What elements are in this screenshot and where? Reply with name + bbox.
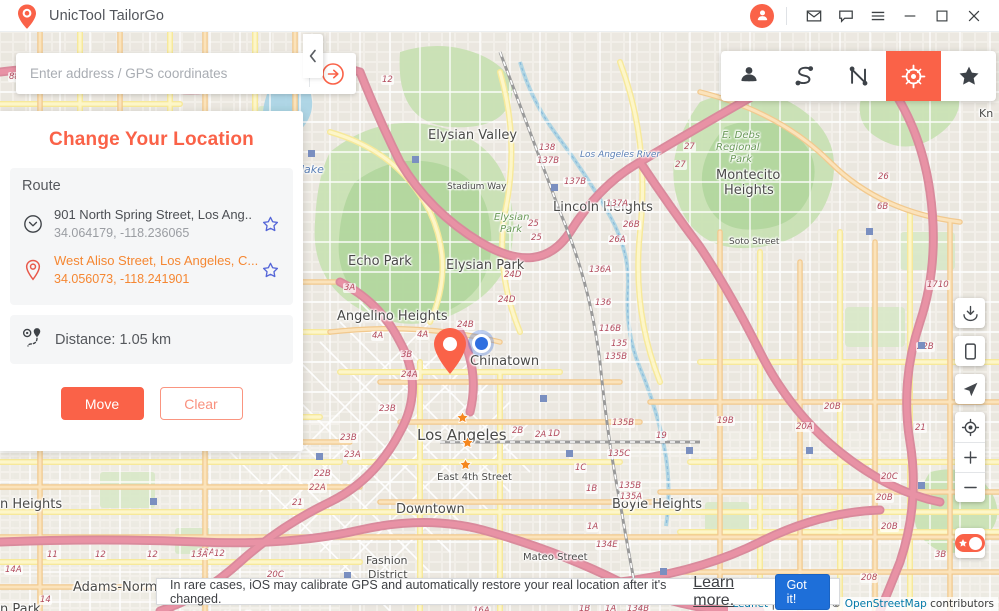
device-box bbox=[955, 336, 985, 366]
route-card: Route 901 North Spring Street, Los Ang..… bbox=[10, 168, 293, 305]
waypoint-start-text: 901 North Spring Street, Los Ang.. 34.06… bbox=[54, 206, 253, 242]
mode-teleport[interactable] bbox=[721, 51, 776, 101]
close-icon[interactable] bbox=[959, 3, 989, 29]
poi-square-marker bbox=[918, 342, 925, 349]
attrib-suffix: contributors bbox=[926, 598, 994, 610]
change-location-panel: Change Your Location Route 901 North Spr… bbox=[0, 111, 303, 451]
poi-square-marker bbox=[316, 453, 323, 460]
waypoint-start-coords: 34.064179, -118.236065 bbox=[54, 226, 190, 240]
route-label: Route bbox=[22, 178, 61, 194]
got-it-button[interactable]: Got it! bbox=[774, 573, 830, 610]
waypoint-start[interactable]: 901 North Spring Street, Los Ang.. 34.06… bbox=[22, 201, 281, 247]
poi-square-marker bbox=[150, 498, 157, 505]
panel-action-buttons: Move Clear bbox=[0, 364, 303, 420]
waypoint-end-coords: 34.056073, -118.241901 bbox=[54, 272, 190, 286]
navigate-arrow-icon[interactable] bbox=[955, 374, 985, 404]
import-control bbox=[955, 298, 985, 328]
waypoint-end[interactable]: West Aliso Street, Los Angeles, C... 34.… bbox=[22, 247, 281, 293]
osm-link[interactable]: OpenStreetMap bbox=[845, 598, 927, 610]
zoom-out-icon[interactable] bbox=[955, 472, 985, 502]
mode-jump-teleport[interactable] bbox=[886, 51, 941, 101]
favorite-star-marker[interactable] bbox=[460, 435, 475, 453]
hamburger-menu-icon[interactable] bbox=[863, 3, 893, 29]
favorite-toggle-switch[interactable] bbox=[955, 534, 985, 552]
poi-square-marker bbox=[566, 450, 573, 457]
poi-square-marker bbox=[551, 184, 558, 191]
mail-icon[interactable] bbox=[799, 3, 829, 29]
zoom-box bbox=[955, 412, 985, 502]
mode-toolbar bbox=[721, 51, 996, 101]
import-box bbox=[955, 298, 985, 328]
poi-square-marker bbox=[866, 228, 873, 235]
gps-calibration-notice: In rare cases, iOS may calibrate GPS and… bbox=[156, 573, 840, 610]
learn-more-link[interactable]: Learn more. bbox=[693, 574, 774, 610]
poi-square-marker bbox=[412, 156, 419, 163]
mode-favorites[interactable] bbox=[941, 51, 996, 101]
title-bar: UnicTool TailorGo bbox=[0, 0, 999, 32]
window-controls bbox=[750, 3, 999, 29]
favorite-star-marker[interactable] bbox=[458, 457, 473, 475]
favorite-toggle-box bbox=[955, 528, 985, 558]
route-distance-icon bbox=[22, 327, 44, 352]
favorite-star-marker[interactable] bbox=[455, 410, 470, 428]
waypoint-start-name: 901 North Spring Street, Los Ang.. bbox=[54, 207, 253, 222]
panel-collapse-chevron-left-icon[interactable] bbox=[303, 34, 323, 78]
circle-chevron-down-icon bbox=[22, 214, 44, 234]
user-avatar-icon[interactable] bbox=[750, 3, 774, 28]
star-outline-icon[interactable] bbox=[259, 261, 281, 280]
app-title: UnicTool TailorGo bbox=[49, 7, 165, 24]
notice-text: In rare cases, iOS may calibrate GPS and… bbox=[170, 577, 667, 606]
maximize-icon[interactable] bbox=[927, 3, 957, 29]
clear-button[interactable]: Clear bbox=[159, 387, 243, 420]
toggle-knob bbox=[969, 536, 982, 550]
minimize-icon[interactable] bbox=[895, 3, 925, 29]
navigate-control bbox=[955, 374, 985, 404]
import-gpx-icon[interactable] bbox=[955, 298, 985, 328]
poi-square-marker bbox=[660, 568, 667, 575]
destination-pin-marker[interactable] bbox=[432, 327, 468, 380]
navigate-box bbox=[955, 374, 985, 404]
poi-square-marker bbox=[540, 395, 547, 402]
app-brand: UnicTool TailorGo bbox=[0, 3, 164, 29]
poi-square-marker bbox=[686, 447, 693, 454]
search-input[interactable] bbox=[16, 54, 309, 93]
zoom-in-icon[interactable] bbox=[955, 442, 985, 472]
poi-square-marker bbox=[806, 447, 813, 454]
device-control bbox=[955, 336, 985, 366]
current-location-dot bbox=[468, 330, 494, 356]
move-button[interactable]: Move bbox=[60, 387, 144, 420]
waypoint-end-name: West Aliso Street, Los Angeles, C... bbox=[54, 253, 259, 268]
zoom-controls bbox=[955, 412, 985, 502]
favorite-toggle-control bbox=[955, 528, 985, 558]
poi-square-marker bbox=[308, 150, 315, 157]
distance-card: Distance: 1.05 km bbox=[10, 315, 293, 364]
distance-label: Distance: 1.05 km bbox=[55, 331, 172, 348]
titlebar-divider bbox=[786, 6, 787, 25]
application-window: Elysian Valley Lincoln Heights Echo Park El… bbox=[0, 0, 999, 611]
device-icon[interactable] bbox=[955, 336, 985, 366]
poi-square-marker bbox=[918, 482, 925, 489]
star-outline-icon[interactable] bbox=[259, 215, 281, 234]
location-pin-logo-icon bbox=[14, 3, 40, 29]
map-pin-icon bbox=[22, 259, 44, 281]
panel-title: Change Your Location bbox=[49, 129, 254, 150]
mode-two-spot-route[interactable] bbox=[776, 51, 831, 101]
favorite-toggle-icon[interactable] bbox=[955, 528, 985, 558]
locate-target-icon[interactable] bbox=[955, 412, 985, 442]
mode-multi-spot-route[interactable] bbox=[831, 51, 886, 101]
waypoint-end-text: West Aliso Street, Los Angeles, C... 34.… bbox=[54, 252, 258, 288]
feedback-icon[interactable] bbox=[831, 3, 861, 29]
